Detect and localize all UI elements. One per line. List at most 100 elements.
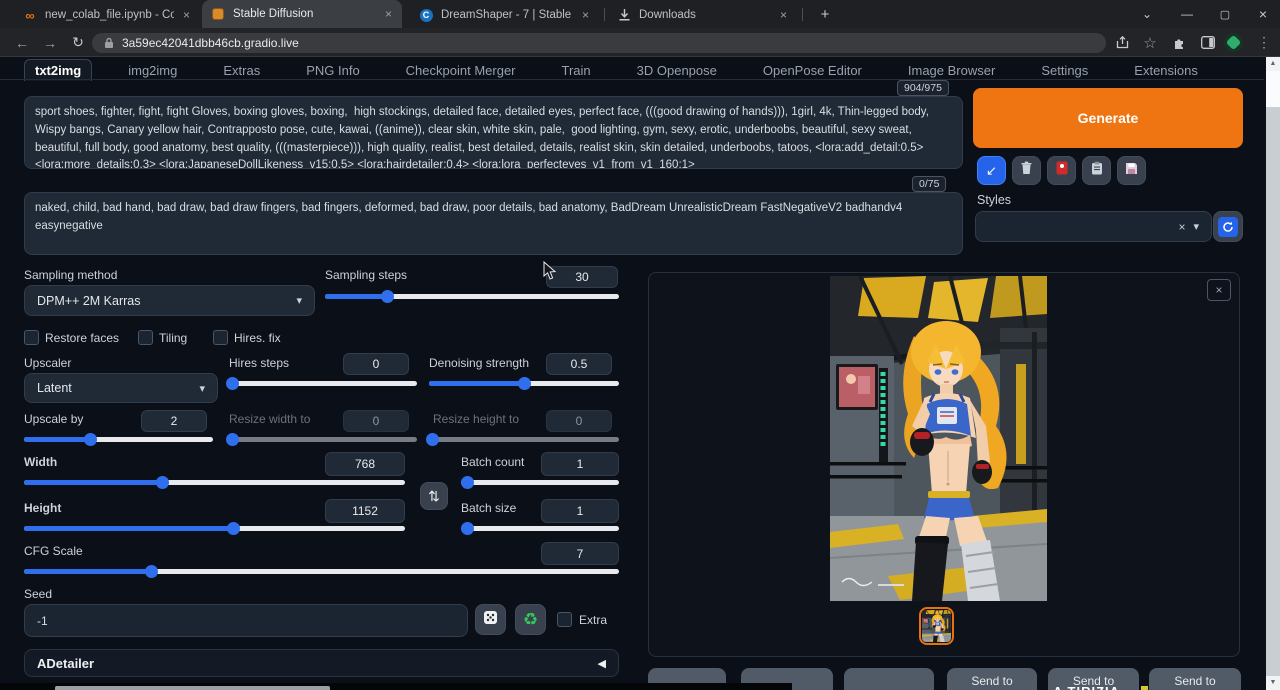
resize-height-slider[interactable] [429, 437, 619, 442]
tab-search-chevron-icon[interactable]: ⌄ [1134, 5, 1160, 23]
close-icon[interactable]: × [181, 8, 192, 22]
close-icon[interactable]: × [580, 8, 591, 22]
cfg-scale-value[interactable]: 7 [541, 542, 619, 565]
side-panel-icon[interactable] [1196, 31, 1220, 54]
denoising-slider-handle[interactable] [518, 377, 531, 390]
close-gallery-button[interactable]: × [1207, 279, 1231, 301]
resize-width-slider[interactable] [229, 437, 417, 442]
prompt-token-counter: 904/975 [897, 80, 949, 96]
send-to-img2img-button[interactable]: Send to [947, 668, 1037, 690]
resize-width-slider-handle[interactable] [226, 433, 239, 446]
browser-tab-stable-diffusion[interactable]: Stable Diffusion × [202, 0, 402, 28]
window-minimize-button[interactable]: — [1174, 5, 1200, 23]
styles-dropdown[interactable]: × ▾ [975, 211, 1212, 242]
window-close-button[interactable]: × [1250, 5, 1276, 23]
scrollbar-thumb[interactable] [1266, 71, 1280, 107]
width-slider-handle[interactable] [156, 476, 169, 489]
tab-img2img[interactable]: img2img [118, 60, 187, 81]
hires-steps-value[interactable]: 0 [343, 353, 409, 375]
tab-txt2img[interactable]: txt2img [24, 59, 92, 81]
extensions-puzzle-icon[interactable] [1168, 31, 1192, 54]
tab-extensions[interactable]: Extensions [1124, 60, 1208, 81]
browser-tab-colab[interactable]: ∞ new_colab_file.ipynb - Colaborat × [14, 4, 200, 26]
random-seed-button[interactable] [475, 604, 506, 635]
tiling-checkbox[interactable] [138, 330, 153, 345]
share-icon[interactable] [1110, 31, 1134, 54]
clear-prompt-button[interactable] [1012, 156, 1041, 185]
gallery-thumbnail[interactable] [919, 607, 954, 645]
upscale-by-slider-handle[interactable] [84, 433, 97, 446]
lock-icon [104, 37, 114, 49]
sampling-method-dropdown[interactable]: DPM++ 2M Karras ▾ [24, 285, 315, 316]
kebab-menu-icon[interactable]: ⋮ [1252, 31, 1276, 54]
upscaler-value: Latent [37, 381, 72, 395]
tab-settings[interactable]: Settings [1031, 60, 1098, 81]
save-style-button[interactable] [1117, 156, 1146, 185]
batch-count-value[interactable]: 1 [541, 452, 619, 476]
generated-image[interactable] [830, 276, 1047, 601]
bookmark-star-icon[interactable]: ☆ [1138, 31, 1162, 54]
forward-icon[interactable]: → [38, 31, 62, 54]
prompt-input[interactable]: sport shoes, fighter, fight, fight Glove… [24, 96, 963, 169]
batch-count-slider[interactable] [461, 480, 619, 485]
scrollbar-up-button[interactable]: ▲ [1266, 57, 1280, 71]
url-bar[interactable]: 3a59ec42041dbb46cb.gradio.live [92, 33, 1106, 53]
tab-train[interactable]: Train [552, 60, 601, 81]
generate-button[interactable]: Generate [973, 88, 1243, 148]
close-icon[interactable]: × [383, 7, 394, 21]
swap-dimensions-button[interactable]: ⇅ [420, 482, 448, 510]
height-value[interactable]: 1152 [325, 499, 405, 523]
tab-png-info[interactable]: PNG Info [296, 60, 369, 81]
negative-prompt-input[interactable]: naked, child, bad hand, bad draw, bad dr… [24, 192, 963, 255]
new-tab-button[interactable]: + [812, 5, 838, 23]
upscale-by-value[interactable]: 2 [141, 410, 207, 432]
resize-height-value[interactable]: 0 [546, 410, 612, 432]
refresh-styles-button[interactable] [1213, 211, 1243, 242]
mouse-cursor [543, 261, 557, 286]
batch-size-value[interactable]: 1 [541, 499, 619, 523]
tab-checkpoint-merger[interactable]: Checkpoint Merger [396, 60, 526, 81]
clear-styles-icon[interactable]: × [1178, 220, 1193, 234]
scrollbar-down-button[interactable]: ▼ [1266, 676, 1280, 690]
close-icon[interactable]: × [778, 8, 789, 22]
tab-3d-openpose[interactable]: 3D Openpose [627, 60, 727, 81]
paste-params-button[interactable]: ↙ [977, 156, 1006, 185]
tab-separator [802, 8, 803, 21]
denoising-value[interactable]: 0.5 [546, 353, 612, 375]
swap-icon: ⇅ [428, 488, 440, 505]
extra-seed-checkbox[interactable] [557, 612, 572, 627]
resize-width-value[interactable]: 0 [343, 410, 409, 432]
batch-size-slider[interactable] [461, 526, 619, 531]
chevron-down-icon[interactable]: ▾ [1193, 220, 1199, 233]
hires-fix-checkbox[interactable] [213, 330, 228, 345]
tab-openpose-editor[interactable]: OpenPose Editor [753, 60, 872, 81]
batch-size-slider-handle[interactable] [461, 522, 474, 535]
hires-steps-slider-handle[interactable] [226, 377, 239, 390]
gallery-button-extras[interactable] [844, 668, 934, 690]
batch-count-slider-handle[interactable] [461, 476, 474, 489]
restore-faces-checkbox[interactable] [24, 330, 39, 345]
back-icon[interactable]: ← [10, 31, 34, 54]
width-value[interactable]: 768 [325, 452, 405, 476]
browser-tab-dreamshaper[interactable]: C DreamShaper - 7 | Stable Diffusio × [410, 4, 600, 26]
adetailer-accordion[interactable]: ADetailer ◀ [24, 649, 619, 677]
chevron-down-icon: ▾ [199, 382, 205, 395]
window-maximize-button[interactable]: ▢ [1212, 5, 1238, 23]
apply-style-button[interactable] [1082, 156, 1111, 185]
tab-image-browser[interactable]: Image Browser [898, 60, 1005, 81]
extra-networks-button[interactable] [1047, 156, 1076, 185]
resize-height-slider-handle[interactable] [426, 433, 439, 446]
sampling-steps-slider-handle[interactable] [381, 290, 394, 303]
reload-icon[interactable]: ↻ [66, 31, 90, 54]
profile-avatar[interactable] [1224, 33, 1243, 52]
cfg-scale-slider-handle[interactable] [145, 565, 158, 578]
send-to-extras-button[interactable]: Send to [1149, 668, 1241, 690]
reuse-seed-button[interactable]: ♻ [515, 604, 546, 635]
hires-steps-slider[interactable] [229, 381, 417, 386]
upscaler-dropdown[interactable]: Latent ▾ [24, 373, 218, 403]
height-slider-handle[interactable] [227, 522, 240, 535]
tab-extras[interactable]: Extras [213, 60, 270, 81]
browser-tab-downloads[interactable]: Downloads × [608, 4, 798, 26]
scrollbar-track[interactable] [1266, 57, 1280, 690]
seed-input[interactable] [24, 604, 468, 637]
